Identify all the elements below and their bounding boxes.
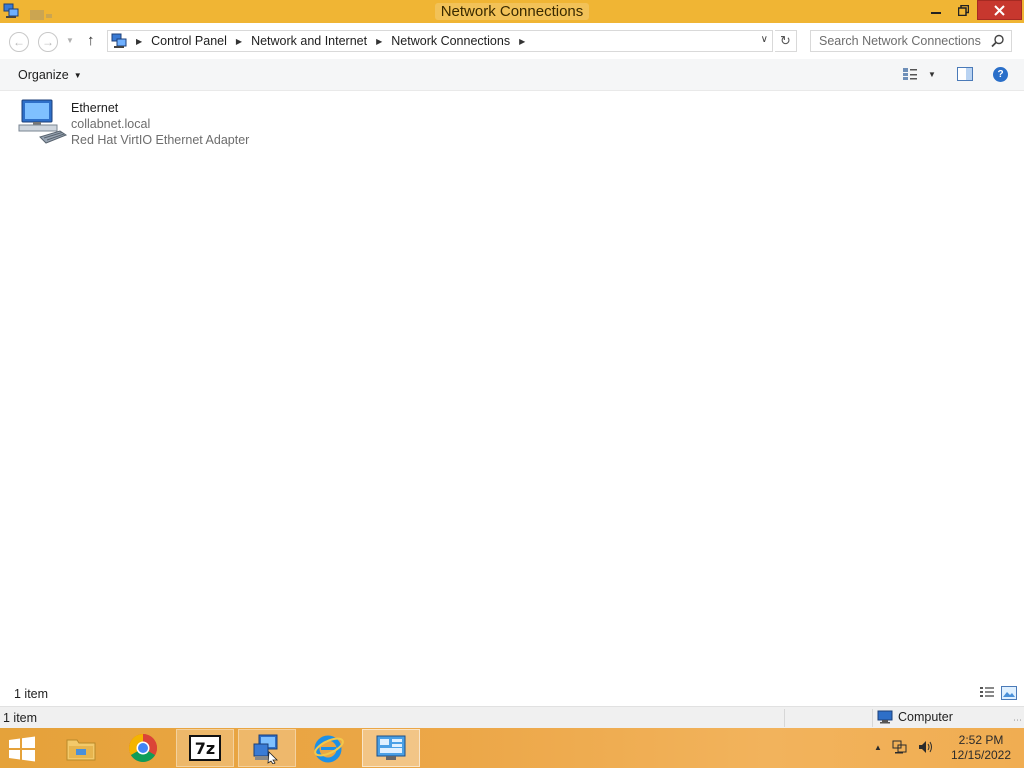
close-icon	[994, 4, 1005, 16]
breadcrumb-separator-icon[interactable]: ▶	[236, 37, 242, 46]
command-bar: Organize ▼ ▼ ?	[0, 59, 1024, 91]
preview-pane-button[interactable]	[957, 67, 973, 84]
status-zone: Computer	[877, 710, 953, 724]
navigation-bar: ← → ▼ ↑ ▶ Control Panel ▶ Network and In…	[0, 23, 1024, 59]
clock-date: 12/15/2022	[950, 748, 1012, 762]
item-count: 1 item	[14, 687, 49, 701]
details-bar: 1 item	[0, 684, 1024, 706]
file-list: Ethernet collabnet.local Red Hat VirtIO …	[0, 91, 1024, 684]
up-button[interactable]: ↑	[87, 32, 95, 49]
search-icon[interactable]	[991, 34, 1005, 48]
chrome-icon	[129, 734, 157, 762]
refresh-icon: ↻	[780, 33, 791, 48]
item-name: Ethernet	[71, 101, 119, 115]
back-button[interactable]: ←	[9, 32, 29, 52]
resize-grip-icon[interactable]: ⋯	[1013, 715, 1022, 726]
clock-time: 2:52 PM	[958, 733, 1004, 747]
clock[interactable]: 2:52 PM 12/15/2022	[946, 733, 1016, 763]
breadcrumb-separator-icon[interactable]: ▶	[376, 37, 382, 46]
taskbar: 7z ▲ 2:52 PM 12/15/2022	[0, 728, 1024, 768]
list-item[interactable]: Ethernet collabnet.local Red Hat VirtIO …	[16, 97, 249, 148]
address-dropdown-icon[interactable]: ∨	[761, 34, 768, 45]
breadcrumb-separator-icon[interactable]: ▶	[136, 37, 142, 46]
recent-locations-button[interactable]: ▼	[66, 36, 74, 45]
folder-icon	[66, 739, 96, 761]
taskbar-control-panel[interactable]	[362, 729, 420, 767]
taskbar-7zip[interactable]: 7z	[176, 729, 234, 767]
system-tray: ▲	[874, 740, 934, 754]
preview-pane-icon	[957, 67, 973, 81]
refresh-button[interactable]: ↻	[775, 30, 797, 52]
title-bar: Network Connections	[0, 0, 1024, 23]
close-button[interactable]	[977, 0, 1022, 20]
status-divider	[784, 709, 785, 727]
svg-text:7z: 7z	[195, 739, 215, 758]
organize-button[interactable]: Organize ▼	[18, 68, 82, 82]
forward-button[interactable]: →	[38, 32, 58, 52]
help-icon: ?	[997, 69, 1004, 80]
minimize-button[interactable]	[922, 0, 949, 20]
network-tray-icon[interactable]	[892, 740, 908, 754]
control-panel-icon	[376, 735, 406, 760]
internet-explorer-icon	[314, 735, 344, 763]
chevron-down-icon: ▼	[928, 69, 936, 79]
network-adapter-icon	[18, 99, 68, 144]
network-connections-icon	[253, 734, 278, 764]
restore-icon	[957, 4, 969, 16]
breadcrumb-network-connections[interactable]: Network Connections	[391, 34, 510, 48]
status-item-count: 1 item	[3, 711, 38, 725]
chevron-down-icon: ▼	[66, 36, 74, 45]
details-view-icon[interactable]	[979, 686, 995, 700]
taskbar-file-explorer[interactable]	[52, 729, 110, 767]
show-hidden-icons-icon[interactable]: ▲	[874, 743, 882, 752]
control-panel-icon	[111, 33, 127, 48]
volume-icon[interactable]	[918, 740, 934, 754]
status-divider	[872, 709, 873, 727]
arrow-up-icon: ↑	[87, 32, 95, 49]
windows-logo-icon	[9, 736, 35, 762]
taskbar-internet-explorer[interactable]	[300, 729, 358, 767]
item-adapter: Red Hat VirtIO Ethernet Adapter	[71, 133, 250, 147]
restore-button[interactable]	[950, 0, 976, 20]
search-input[interactable]	[819, 32, 994, 50]
change-view-button[interactable]: ▼	[902, 67, 936, 81]
breadcrumb-control-panel[interactable]: Control Panel	[151, 34, 227, 48]
breadcrumb-network-and-internet[interactable]: Network and Internet	[251, 34, 367, 48]
arrow-right-icon: →	[42, 35, 54, 49]
large-icons-view-icon[interactable]	[1001, 686, 1017, 700]
chevron-down-icon: ▼	[73, 70, 82, 80]
computer-icon	[877, 710, 893, 724]
taskbar-chrome[interactable]	[114, 729, 172, 767]
window-title: Network Connections	[434, 3, 590, 20]
minimize-icon	[930, 12, 941, 14]
help-button[interactable]: ?	[993, 67, 1008, 82]
status-bar: 1 item Computer ⋯	[0, 706, 1024, 728]
start-button[interactable]	[8, 736, 36, 765]
search-box[interactable]	[810, 30, 1012, 52]
address-bar[interactable]: ▶ Control Panel ▶ Network and Internet ▶…	[107, 30, 773, 52]
arrow-left-icon: ←	[13, 35, 25, 49]
item-domain: collabnet.local	[71, 117, 151, 131]
taskbar-network-tool[interactable]	[238, 729, 296, 767]
breadcrumb-separator-icon[interactable]: ▶	[519, 37, 525, 46]
7zip-icon: 7z	[189, 735, 221, 761]
view-options-icon	[903, 68, 917, 80]
